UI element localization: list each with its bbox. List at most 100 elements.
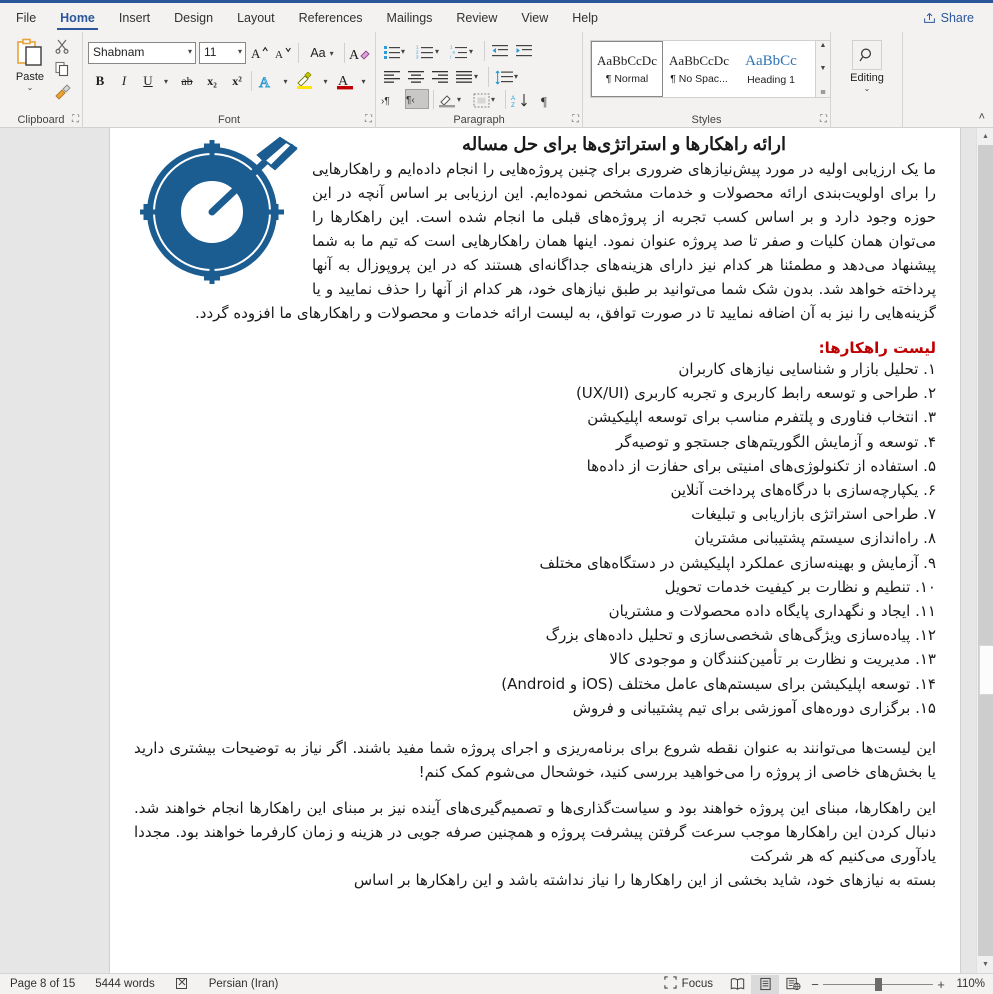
underline-chevron-down-icon[interactable]: ▾ <box>159 70 173 92</box>
focus-mode-button[interactable]: Focus <box>654 976 723 992</box>
tab-help[interactable]: Help <box>560 3 610 32</box>
style-heading-1[interactable]: AaBbCс Heading 1 <box>735 41 807 97</box>
editing-chevron-icon[interactable]: ⌄ <box>843 84 891 94</box>
paste-chevron-icon[interactable]: ⌄ <box>8 83 52 92</box>
zoom-in-button[interactable]: + <box>933 977 949 992</box>
list-item[interactable]: ۱۵. برگزاری دوره‌های آموزشی برای تیم پشت… <box>134 696 936 720</box>
list-item[interactable]: ۶. یکپارچه‌سازی با درگاه‌های پرداخت آنلا… <box>134 478 936 502</box>
font-name-chevron-down-icon[interactable]: ▾ <box>188 48 192 56</box>
paste-button[interactable]: Paste ⌄ <box>8 38 52 92</box>
document-page[interactable]: ارائه راهکارها و استراتژی‌ها برای حل مسا… <box>110 128 960 973</box>
list-item[interactable]: ۱۴. توسعه اپلیکیشن برای سیستم‌های عامل م… <box>134 672 936 696</box>
align-right-button[interactable] <box>430 67 450 87</box>
list-item[interactable]: ۸. راه‌اندازی سیستم پشتیبانی مشتریان <box>134 526 936 550</box>
multilevel-list-button[interactable]: 1ai <box>449 41 469 61</box>
shading-button[interactable] <box>437 90 457 110</box>
read-mode-button[interactable] <box>723 975 751 994</box>
justify-button[interactable] <box>454 67 474 87</box>
align-left-button[interactable] <box>382 67 402 87</box>
italic-button[interactable]: I <box>113 70 135 92</box>
shrink-font-button[interactable]: A <box>273 42 295 64</box>
text-highlight-chevron-down-icon[interactable]: ▾ <box>319 70 332 92</box>
clipboard-dialog-launcher[interactable]: ⛶ <box>72 115 79 125</box>
collapse-ribbon-button[interactable]: ˄ <box>979 111 985 123</box>
font-color-chevron-down-icon[interactable]: ▾ <box>357 70 370 92</box>
document-canvas[interactable]: ارائه راهکارها و استراتژی‌ها برای حل مسا… <box>0 128 993 973</box>
share-button[interactable]: Share <box>911 6 985 29</box>
bold-button[interactable]: B <box>89 70 111 92</box>
format-painter-button[interactable] <box>54 84 76 106</box>
tab-view[interactable]: View <box>509 3 560 32</box>
list-item[interactable]: ۱۲. پیاده‌سازی ویژگی‌های شخصی‌سازی و تحل… <box>134 623 936 647</box>
show-formatting-marks-button[interactable]: ¶ <box>536 90 556 110</box>
tab-insert[interactable]: Insert <box>107 3 162 32</box>
font-color-button[interactable]: A <box>333 70 357 92</box>
list-item[interactable]: ۴. توسعه و آزمایش الگوریتم‌های جستجو و ت… <box>134 430 936 454</box>
tab-home[interactable]: Home <box>48 3 107 32</box>
superscript-button[interactable]: x² <box>225 70 249 92</box>
list-item[interactable]: ۱۰. تنطیم و نظارت بر کیفیت خدمات تحویل <box>134 575 936 599</box>
paragraph-closing-3-clipped[interactable]: بسته به نیازهای خود، شاید بخشی از این را… <box>134 868 936 892</box>
list-item[interactable]: ۱۳. مدیریت و نظارت بر تأمین‌کنندگان و مو… <box>134 647 936 671</box>
font-dialog-launcher[interactable]: ⛶ <box>365 115 372 125</box>
zoom-out-button[interactable]: − <box>807 977 823 992</box>
zoom-slider[interactable] <box>823 975 933 994</box>
font-size-input[interactable]: 11 ▾ <box>199 42 246 64</box>
language-indicator[interactable]: Persian (Iran) <box>199 978 289 990</box>
page-indicator[interactable]: Page 8 of 15 <box>0 978 85 990</box>
increase-indent-button[interactable] <box>514 41 534 61</box>
cut-button[interactable] <box>54 38 76 60</box>
scrollbar-track[interactable] <box>978 145 993 956</box>
line-spacing-chevron-down-icon[interactable]: ▾ <box>514 73 518 81</box>
numbering-chevron-down-icon[interactable]: ▾ <box>435 48 439 56</box>
web-layout-button[interactable] <box>779 975 807 994</box>
line-spacing-button[interactable] <box>494 67 514 87</box>
bullets-button[interactable] <box>382 41 402 61</box>
paragraph-closing-2[interactable]: این راهکارها، مبنای این پروژه خواهند بود… <box>134 796 936 868</box>
editing-button[interactable]: Editing ⌄ <box>843 40 891 94</box>
zoom-slider-knob[interactable] <box>875 977 882 991</box>
underline-button[interactable]: U <box>137 70 159 92</box>
styles-dialog-launcher[interactable]: ⛶ <box>820 115 827 125</box>
scroll-up-icon[interactable]: ▲ <box>978 128 993 145</box>
print-layout-button[interactable] <box>751 974 779 994</box>
tab-layout[interactable]: Layout <box>225 3 287 32</box>
list-item[interactable]: ۹. آزمایش و بهینه‌سازی عملکرد اپلیکیشن د… <box>134 551 936 575</box>
change-case-button[interactable]: Aa ▾ <box>302 42 342 64</box>
font-name-input[interactable]: Shabnam ▾ <box>88 42 196 64</box>
solutions-list[interactable]: ۱. تحلیل بازار و شناسایی نیازهای کاربران… <box>134 357 936 720</box>
text-highlight-button[interactable] <box>293 70 319 92</box>
copy-button[interactable] <box>54 61 76 83</box>
borders-button[interactable] <box>471 90 491 110</box>
list-item[interactable]: ۳. انتخاب فناوری و پلتفرم مناسب برای توس… <box>134 405 936 429</box>
styles-scroll-down-icon[interactable]: ▼ <box>820 65 827 72</box>
list-item[interactable]: ۲. طراحی و توسعه رابط کاربری و تجربه کار… <box>134 381 936 405</box>
justify-chevron-down-icon[interactable]: ▾ <box>474 73 478 81</box>
styles-scroll-up-icon[interactable]: ▲ <box>820 42 827 49</box>
font-size-chevron-down-icon[interactable]: ▾ <box>238 48 242 56</box>
style-normal[interactable]: AaBbCcDc ¶ Normal <box>591 41 663 97</box>
paragraph-dialog-launcher[interactable]: ⛶ <box>572 115 579 125</box>
grow-font-button[interactable]: A <box>249 42 271 64</box>
left-to-right-text-button[interactable]: ›¶ <box>380 90 404 110</box>
decrease-indent-button[interactable] <box>490 41 510 61</box>
zoom-level[interactable]: 110% <box>949 978 993 990</box>
styles-more-icon[interactable]: ≣ <box>820 88 826 96</box>
subscript-button[interactable]: x₂ <box>200 70 224 92</box>
sort-button[interactable]: AZ <box>510 90 530 110</box>
list-item[interactable]: ۱. تحلیل بازار و شناسایی نیازهای کاربران <box>134 357 936 381</box>
scroll-down-icon[interactable]: ▼ <box>978 956 993 973</box>
tab-references[interactable]: References <box>287 3 375 32</box>
list-item[interactable]: ۷. طراحی استراتژی بازاریابی و تبلیغات <box>134 502 936 526</box>
right-to-left-text-button[interactable]: ¶‹ <box>405 89 429 109</box>
tab-file[interactable]: File <box>4 3 48 32</box>
style-no-spacing[interactable]: AaBbCcDc ¶ No Spac... <box>663 41 735 97</box>
list-item[interactable]: ۱۱. ایجاد و نگهداری پایگاه داده محصولات … <box>134 599 936 623</box>
text-effects-button[interactable]: A <box>255 70 279 92</box>
word-count[interactable]: 5444 words <box>85 978 164 990</box>
text-effects-chevron-down-icon[interactable]: ▾ <box>279 70 292 92</box>
tab-review[interactable]: Review <box>444 3 509 32</box>
scrollbar-thumb[interactable] <box>979 645 993 695</box>
styles-scrollbar[interactable]: ▲ ▼ ≣ <box>816 40 831 98</box>
clear-formatting-button[interactable]: A <box>347 42 373 64</box>
